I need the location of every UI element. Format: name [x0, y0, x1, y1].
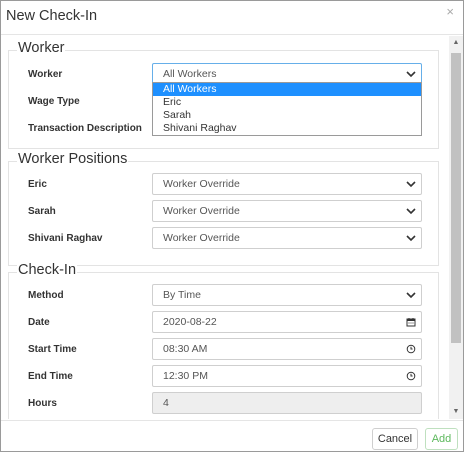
position-select-value: Worker Override	[163, 232, 240, 244]
worker-positions-legend: Worker Positions	[17, 151, 129, 167]
dialog-title: New Check-In	[6, 8, 98, 24]
dialog-footer: Cancel Add	[1, 420, 463, 451]
chevron-down-icon	[406, 71, 416, 78]
close-icon[interactable]: ×	[446, 4, 454, 19]
chevron-down-icon	[406, 235, 416, 242]
start-time-input-value: 08:30 AM	[163, 343, 208, 355]
vertical-scrollbar[interactable]: ▲ ▼	[449, 36, 463, 419]
scrollbar-thumb[interactable]	[451, 53, 461, 343]
hours-field: 4	[152, 392, 422, 414]
add-button[interactable]: Add	[425, 428, 458, 450]
hours-field-value: 4	[163, 397, 169, 409]
method-label: Method	[28, 290, 64, 301]
start-time-label: Start Time	[28, 344, 77, 355]
dropdown-option-all-workers[interactable]: All Workers	[153, 83, 421, 96]
chevron-down-icon	[406, 181, 416, 188]
clock-icon[interactable]	[406, 371, 416, 381]
worker-section-legend: Worker	[17, 40, 66, 56]
cancel-button[interactable]: Cancel	[372, 428, 418, 450]
scroll-down-arrow-icon[interactable]: ▼	[449, 405, 463, 419]
dropdown-option-shivani-raghav[interactable]: Shivani Raghav	[153, 122, 421, 135]
worker-label: Worker	[28, 69, 63, 80]
worker-positions-section: Worker Positions Eric Worker Override Sa…	[8, 151, 439, 266]
date-input[interactable]: 2020-08-22	[152, 311, 422, 333]
position-select-sarah[interactable]: Worker Override	[152, 200, 422, 222]
new-checkin-dialog: New Check-In × Worker Worker All Workers…	[0, 0, 464, 452]
wage-type-label: Wage Type	[28, 96, 80, 107]
transaction-description-label: Transaction Description	[28, 123, 142, 134]
position-select-value: Worker Override	[163, 205, 240, 217]
dialog-body[interactable]: Worker Worker All Workers Wage Type Tran…	[1, 36, 449, 419]
method-select[interactable]: By Time	[152, 284, 422, 306]
worker-select-value: All Workers	[163, 68, 217, 80]
chevron-down-icon	[406, 208, 416, 215]
checkin-section: Check-In Method By Time Date 2020-08-22	[8, 262, 439, 419]
dropdown-option-eric[interactable]: Eric	[153, 96, 421, 109]
method-select-value: By Time	[163, 289, 201, 301]
worker-dropdown-list[interactable]: All Workers Eric Sarah Shivani Raghav	[152, 82, 422, 136]
calendar-icon[interactable]	[406, 317, 416, 327]
dialog-header: New Check-In ×	[1, 1, 463, 35]
position-select-shivani-raghav[interactable]: Worker Override	[152, 227, 422, 249]
position-select-value: Worker Override	[163, 178, 240, 190]
position-label-eric: Eric	[28, 179, 47, 190]
end-time-label: End Time	[28, 371, 73, 382]
checkin-section-legend: Check-In	[17, 262, 78, 278]
date-input-value: 2020-08-22	[163, 316, 217, 328]
clock-icon[interactable]	[406, 344, 416, 354]
date-label: Date	[28, 317, 50, 328]
hours-label: Hours	[28, 398, 57, 409]
scroll-up-arrow-icon[interactable]: ▲	[449, 36, 463, 50]
end-time-input-value: 12:30 PM	[163, 370, 208, 382]
end-time-input[interactable]: 12:30 PM	[152, 365, 422, 387]
start-time-input[interactable]: 08:30 AM	[152, 338, 422, 360]
position-label-sarah: Sarah	[28, 206, 56, 217]
dropdown-option-sarah[interactable]: Sarah	[153, 109, 421, 122]
position-label-shivani-raghav: Shivani Raghav	[28, 233, 103, 244]
position-select-eric[interactable]: Worker Override	[152, 173, 422, 195]
chevron-down-icon	[406, 292, 416, 299]
